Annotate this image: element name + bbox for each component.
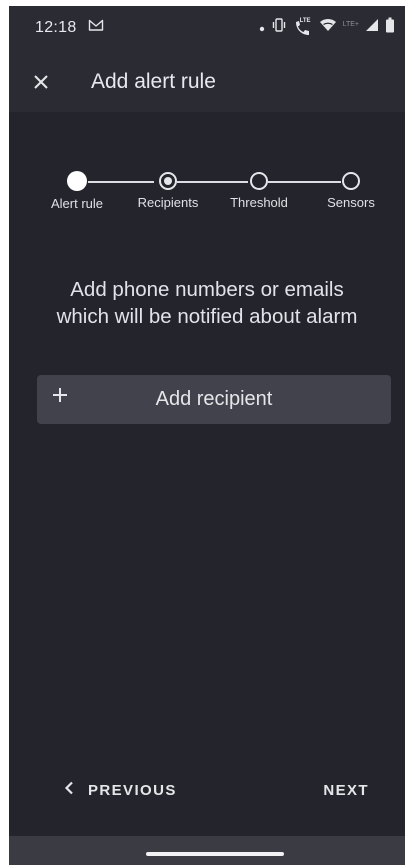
step-completed-dot: [67, 171, 87, 191]
step-recipients[interactable]: Recipients: [123, 166, 213, 210]
app-bar: Add alert rule: [9, 52, 405, 112]
step-sensors[interactable]: Sensors: [306, 166, 396, 210]
next-button[interactable]: NEXT: [323, 782, 369, 799]
volte-call-icon: LTE: [293, 17, 313, 37]
instructions-line-2: which will be notified about alarm: [56, 305, 358, 328]
app-screen: 12:18 LTE LTE+ Add alert rule Alert rule…: [9, 6, 405, 865]
battery-icon: [385, 17, 395, 38]
wifi-icon: [319, 17, 337, 38]
vibrate-icon: [271, 17, 287, 38]
status-time: 12:18: [35, 19, 77, 36]
step-upcoming-dot: [342, 172, 360, 190]
gmail-icon: [88, 18, 104, 34]
home-gesture-handle[interactable]: [146, 852, 284, 856]
step-label: Threshold: [230, 195, 288, 210]
cell-signal-icon: [365, 18, 379, 37]
previous-label: PREVIOUS: [88, 781, 177, 799]
step-label: Alert rule: [50, 196, 104, 211]
step-upcoming-dot: [250, 172, 268, 190]
instructions-text: Add phone numbers or emails which will b…: [9, 276, 405, 330]
chevron-left-icon: [64, 781, 74, 800]
step-alert-rule[interactable]: Alert rule: [32, 166, 122, 211]
add-recipient-button[interactable]: Add recipient: [37, 375, 391, 424]
close-button[interactable]: [25, 66, 57, 98]
step-label: Recipients: [137, 195, 199, 210]
step-threshold[interactable]: Threshold: [214, 166, 304, 210]
lte-label: LTE: [299, 17, 311, 24]
dot-icon: [259, 19, 265, 37]
stepper: Alert rule Recipients Threshold Sensors: [9, 166, 405, 226]
lte-signal-icon: LTE+: [342, 21, 359, 28]
step-label: Sensors: [327, 195, 375, 210]
navigation-bar: [9, 836, 405, 865]
status-icons: LTE LTE+: [259, 17, 395, 38]
page-title: Add alert rule: [91, 70, 216, 93]
previous-button[interactable]: PREVIOUS: [64, 778, 177, 802]
add-recipient-label: Add recipient: [155, 388, 273, 410]
step-current-dot: [159, 172, 177, 190]
close-icon: [34, 75, 48, 89]
instructions-line-1: Add phone numbers or emails: [70, 278, 344, 301]
status-bar: 12:18 LTE LTE+: [9, 6, 405, 52]
